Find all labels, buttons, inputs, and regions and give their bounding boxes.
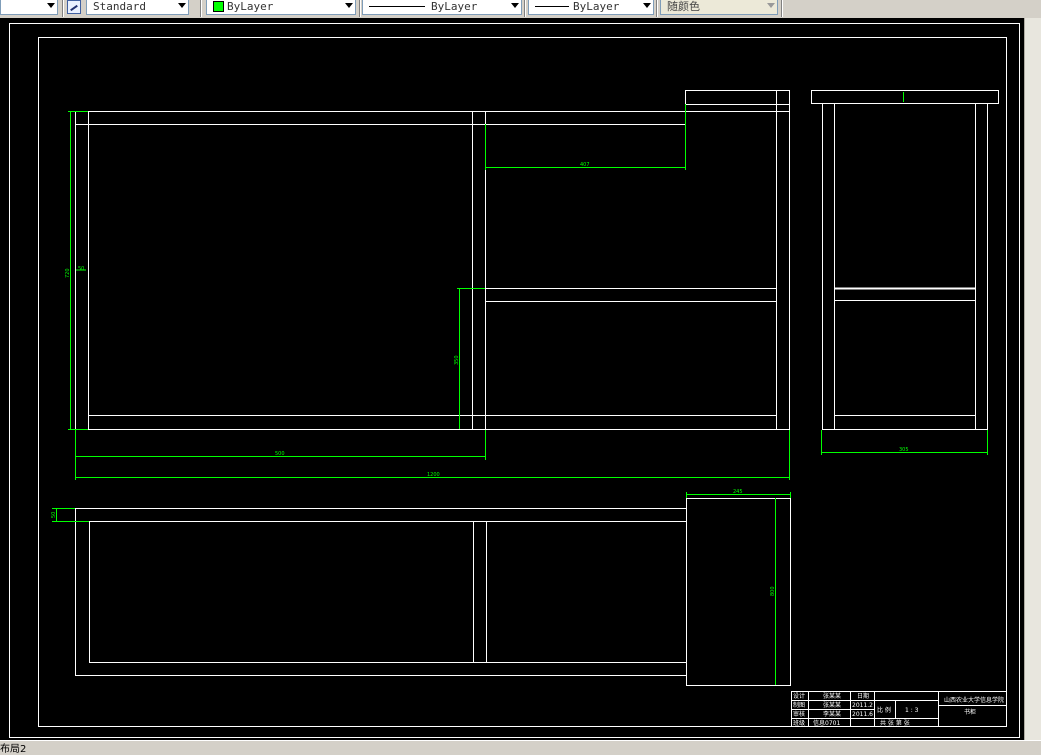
top-step (685, 90, 790, 105)
tb-role: 班级 (793, 719, 805, 727)
bottom-board (88, 415, 777, 430)
front-view (75, 90, 790, 430)
layout-tab-bar: 布局2 (0, 740, 1041, 755)
side-view (811, 90, 999, 430)
lineweight-value: ByLayer (573, 0, 620, 13)
tb-date: 2011.6 (852, 711, 873, 718)
dim-text: 407 (580, 162, 590, 168)
right-panel (776, 90, 790, 430)
drawing-canvas[interactable]: 407 720 50 350 500 1200 305 245 50 800 设… (0, 18, 1024, 740)
plot-style-select: 随颜色 (660, 0, 778, 15)
layer-color-select[interactable]: ByLayer (206, 0, 356, 15)
tb-role: 制图 (793, 701, 805, 709)
plan-inner-mid (473, 521, 487, 663)
line-sample-icon (369, 6, 425, 7)
chevron-down-icon (643, 3, 651, 8)
tb-name: 李某某 (823, 710, 841, 718)
chevron-down-icon (47, 3, 55, 8)
plan-dim-texts: 245 50 800 (51, 489, 776, 596)
front-dim-texts: 407 720 50 350 500 1200 (65, 162, 590, 478)
properties-toolbar: Standard ByLayer ByLayer ByLayer 随颜色 (0, 0, 1041, 19)
title-block: 设计 制图 审核 班级 张某某 张某某 李某某 信息0701 日期 2011.2… (791, 691, 1007, 727)
plan-view (75, 498, 791, 686)
toolbar-separator (781, 0, 783, 17)
plan-outer (75, 508, 687, 676)
chevron-down-icon (345, 3, 353, 8)
vertical-scrollbar[interactable] (1024, 18, 1041, 740)
toolbar-separator (200, 0, 202, 17)
prev-combo[interactable] (0, 0, 58, 15)
dim-text: 50 (78, 266, 84, 272)
tb-school: 山西农业大学信息学院 (944, 696, 1004, 704)
drawing-frame (9, 23, 1020, 738)
toolbar-separator (656, 0, 658, 17)
side-bottom (834, 415, 976, 430)
side-dim-texts: 305 (899, 447, 909, 453)
text-style-icon[interactable] (67, 0, 81, 14)
layer-color-value: ByLayer (227, 0, 274, 13)
line-sample-icon (535, 6, 569, 7)
tb-date: 日期 (857, 692, 869, 700)
outer-frame (75, 111, 790, 430)
toolbar-separator (62, 0, 64, 17)
plan-inner-left (89, 521, 474, 663)
plan-dimensions (52, 492, 791, 685)
chevron-down-icon (511, 3, 519, 8)
plot-style-value: 随颜色 (667, 0, 700, 13)
top-board (75, 111, 686, 125)
chevron-down-icon (178, 3, 186, 8)
chevron-down-icon (767, 3, 775, 8)
tb-name: 张某某 (823, 692, 841, 700)
sheet-border (9, 23, 1020, 738)
front-dimensions (68, 104, 790, 480)
tb-scale-value: 1 : 3 (905, 707, 919, 714)
tb-name: 张某某 (823, 701, 841, 709)
color-swatch-icon (213, 1, 224, 12)
dim-text: 500 (275, 451, 285, 457)
dim-text: 245 (733, 489, 743, 495)
text-style-select[interactable]: Standard (86, 0, 189, 15)
cad-drawing[interactable]: 407 720 50 350 500 1200 305 245 50 800 设… (0, 18, 1024, 740)
side-left-panel (822, 103, 835, 430)
linetype-value: ByLayer (431, 0, 478, 13)
tb-role: 设计 (793, 692, 805, 700)
dim-text: 720 (65, 268, 71, 278)
side-right-panel (975, 103, 988, 430)
tb-role: 审核 (793, 710, 805, 718)
dim-text: 50 (51, 512, 57, 518)
inner-border (38, 37, 1007, 727)
dim-text: 350 (454, 355, 460, 365)
mid-panel (472, 111, 486, 430)
tb-date: 2011.2 (852, 702, 873, 709)
linetype-select[interactable]: ByLayer (362, 0, 522, 15)
side-dimensions (821, 92, 988, 455)
dim-text: 800 (770, 586, 776, 596)
tb-drawing-name: 书柜 (964, 708, 976, 716)
text-style-value: Standard (93, 0, 146, 13)
dim-text: 305 (899, 447, 909, 453)
tb-sheet: 共 张 第 张 (880, 719, 910, 727)
lineweight-select[interactable]: ByLayer (528, 0, 654, 15)
tb-name: 信息0701 (813, 719, 840, 727)
toolbar-separator (359, 0, 361, 17)
toolbar-separator (524, 0, 526, 17)
shelf (485, 288, 777, 302)
dim-text: 1200 (427, 472, 440, 478)
tb-scale-label: 比 例 (877, 706, 891, 714)
layout-tab[interactable]: 布局2 (0, 740, 26, 755)
side-top (811, 90, 999, 104)
